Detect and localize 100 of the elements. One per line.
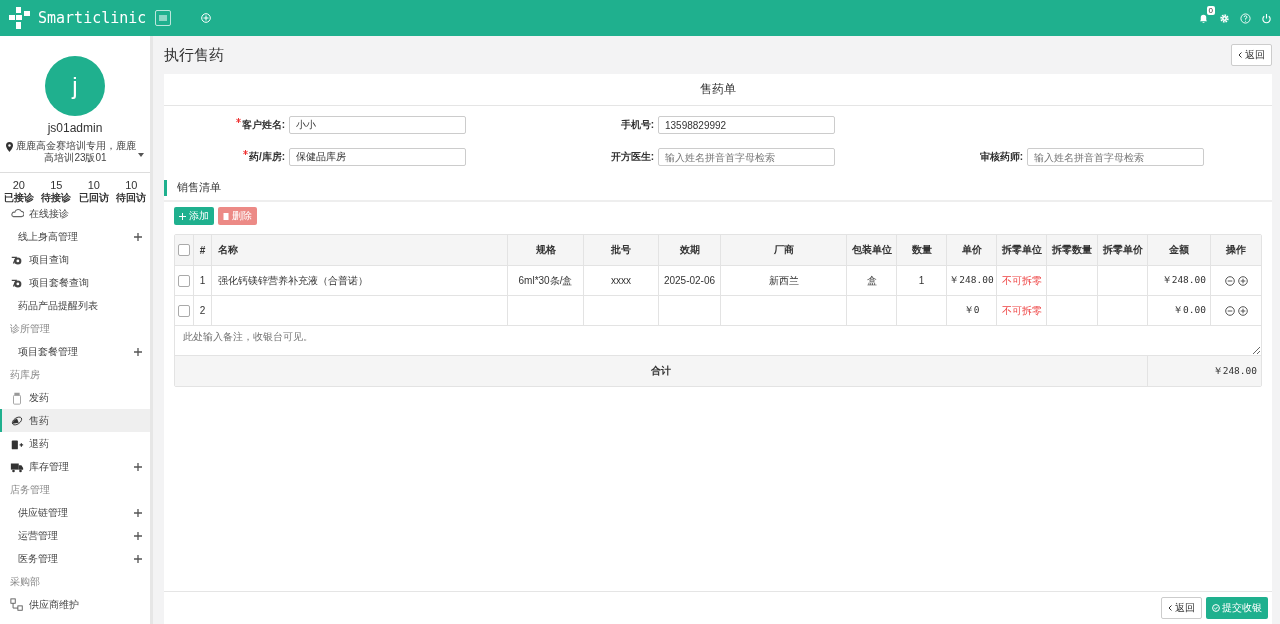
menu-section-label: 药库房 — [10, 367, 40, 382]
menu-item[interactable]: 库存管理 — [0, 455, 150, 478]
stat-label: 待回访 — [116, 191, 147, 205]
menu-item[interactable]: 医务管理 — [0, 547, 150, 570]
user-name: js01admin — [47, 121, 103, 135]
chevron-left-icon — [1238, 52, 1242, 58]
total-amount: ￥248.00 — [1212, 364, 1257, 378]
table-cell: 新西兰 — [721, 266, 847, 296]
logo-icon — [8, 6, 32, 30]
page-title: 执行售药 — [164, 45, 224, 65]
menu-section-label: 诊所管理 — [10, 321, 50, 336]
remove-row-icon[interactable] — [1224, 305, 1235, 316]
field-label: 手机号: — [620, 118, 654, 132]
stat-value: 10 — [125, 179, 138, 191]
row-checkbox[interactable] — [178, 274, 190, 287]
menu-item[interactable]: 项目查询 — [0, 248, 150, 271]
stat-label: 已回访 — [78, 191, 109, 205]
trash-icon — [223, 212, 229, 220]
expand-icon[interactable] — [134, 554, 142, 563]
plus-icon — [179, 212, 186, 220]
menu-item[interactable]: 在线接诊 — [0, 202, 150, 225]
row-checkbox[interactable] — [178, 304, 190, 317]
input-field[interactable]: 小小 — [289, 116, 466, 134]
add-row-icon[interactable] — [1237, 275, 1248, 286]
clinic-selector[interactable]: 鹿鹿高金赛培训专用，鹿鹿高培训23版01 — [15, 140, 136, 164]
menu-icon — [159, 15, 167, 21]
input-field[interactable]: 输入姓名拼音首字母检索 — [1027, 148, 1204, 166]
expand-icon[interactable] — [134, 531, 142, 540]
menu-section-label: 采购部 — [10, 574, 40, 589]
menu-item[interactable]: 项目套餐查询 — [0, 271, 150, 294]
table-cell: 6ml*30条/盒 — [508, 266, 584, 296]
bell-icon[interactable] — [1198, 12, 1209, 24]
column-header: 拆零单价 — [1098, 235, 1148, 266]
add-row-icon[interactable] — [1237, 305, 1248, 316]
table-cell: 1 — [194, 266, 212, 296]
input-field[interactable]: 输入姓名拼音首字母检索 — [658, 148, 835, 166]
back-button[interactable]: 返回 — [1161, 597, 1202, 619]
form-title: 售药单 — [164, 74, 1272, 106]
field-label: 开方医生: — [610, 150, 654, 164]
total-label: 合计 — [651, 364, 671, 378]
menu-item[interactable]: 发药 — [0, 386, 150, 409]
menu-item[interactable]: 线上身高管理 — [0, 225, 150, 248]
menu-item[interactable]: 供应链管理 — [0, 501, 150, 524]
table-cell — [1047, 266, 1098, 296]
stat-label: 已接诊 — [3, 191, 34, 205]
check-circle-icon — [1212, 604, 1220, 612]
menu-item[interactable]: 供应商维护 — [0, 593, 150, 616]
stat-value: 10 — [87, 179, 100, 191]
menu-item[interactable]: 售药 — [0, 409, 150, 432]
select-all-checkbox[interactable] — [178, 244, 190, 256]
menu-icon — [10, 413, 24, 428]
stat-label: 待接诊 — [41, 191, 72, 205]
expand-icon[interactable] — [134, 232, 142, 241]
column-header: 单价 — [947, 235, 997, 266]
menu-item[interactable]: 运营管理 — [0, 524, 150, 547]
stat-value: 15 — [50, 179, 63, 191]
notification-badge: 0 — [1206, 5, 1215, 15]
remove-row-icon[interactable] — [1224, 275, 1235, 286]
field-label: 客户姓名: — [241, 118, 285, 132]
column-header: 包装单位 — [847, 235, 897, 266]
field-label: 药/库房: — [248, 150, 285, 164]
location-pin-icon — [6, 142, 13, 152]
chevron-left-icon — [1168, 605, 1172, 611]
column-header: 拆零单位 — [997, 235, 1047, 266]
back-button[interactable]: 返回 — [1231, 44, 1272, 66]
column-header: # — [194, 235, 212, 266]
table-cell: 1 — [897, 266, 947, 296]
table-cell: ￥248.00 — [1148, 266, 1211, 296]
table-cell — [1098, 266, 1148, 296]
table-cell: ￥248.00 — [947, 266, 997, 296]
column-header: 效期 — [659, 235, 721, 266]
expand-icon[interactable] — [134, 462, 142, 471]
table-cell: 强化钙镁锌营养补充液（合普诺） — [212, 266, 508, 296]
input-field[interactable]: 保健品库房 — [289, 148, 466, 166]
menu-section-label: 店务管理 — [10, 482, 50, 497]
column-header: 操作 — [1211, 235, 1261, 266]
menu-item[interactable]: 项目套餐管理 — [0, 340, 150, 363]
menu-icon — [10, 390, 24, 405]
input-field[interactable]: 13598829992 — [658, 116, 835, 134]
table-cell: 2025-02-06 — [659, 266, 721, 296]
column-header: 批号 — [584, 235, 659, 266]
column-header: 规格 — [508, 235, 584, 266]
power-icon[interactable] — [1261, 12, 1272, 24]
user-avatar: j — [45, 56, 105, 116]
settings-icon[interactable] — [1219, 12, 1230, 24]
menu-icon — [10, 597, 24, 612]
stat-value: 20 — [12, 179, 25, 191]
field-label: 审核药师: — [979, 150, 1023, 164]
table-cell: 不可拆零 — [997, 266, 1047, 296]
column-header: 数量 — [897, 235, 947, 266]
column-header: 厂商 — [721, 235, 847, 266]
menu-item[interactable]: 药品产品提醒列表 — [0, 294, 150, 317]
column-header: 拆零数量 — [1047, 235, 1098, 266]
menu-item[interactable]: 退药 — [0, 432, 150, 455]
caret-icon[interactable] — [138, 153, 144, 157]
expand-icon[interactable] — [134, 347, 142, 356]
column-header: 名称 — [212, 235, 508, 266]
app-name: Smarticlinic — [38, 9, 147, 27]
column-header: 金额 — [1148, 235, 1211, 266]
expand-icon[interactable] — [134, 508, 142, 517]
